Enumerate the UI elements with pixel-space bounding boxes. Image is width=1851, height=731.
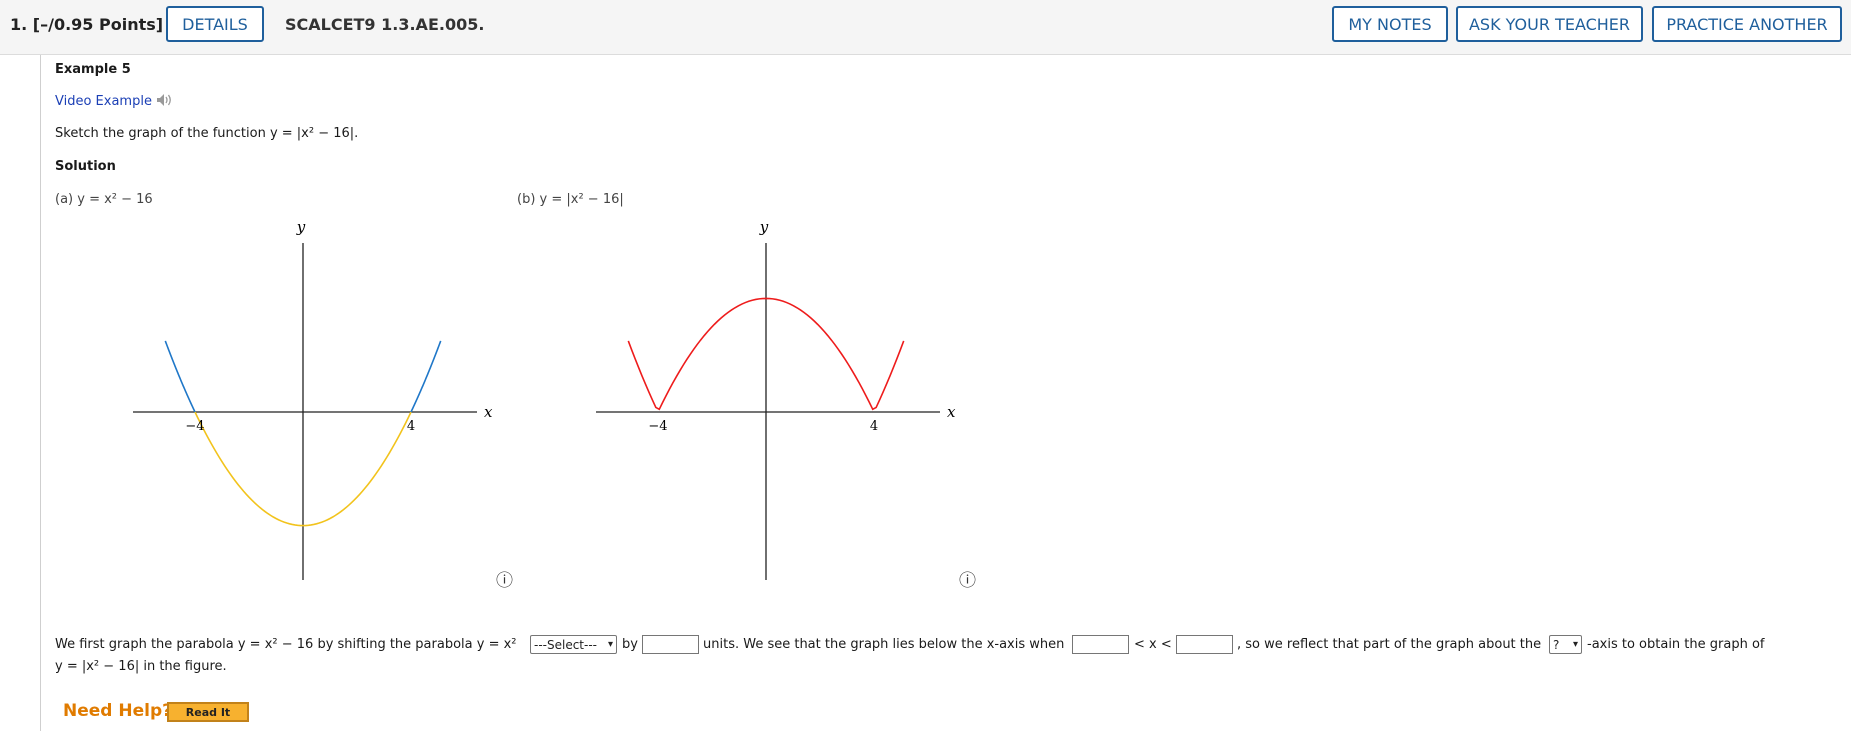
graph-b-tick-neg4: −4 <box>648 419 667 434</box>
graph-b-x-label: x <box>947 403 956 421</box>
graph-b-tick-4: 4 <box>870 419 878 434</box>
need-help-label: Need Help? <box>63 701 172 721</box>
sentence-part3: , so we reflect that part of the graph a… <box>1237 637 1542 652</box>
graph-a-x-label: x <box>484 403 493 421</box>
speaker-icon[interactable] <box>156 93 174 107</box>
shift-select-value: ---Select--- <box>534 637 597 652</box>
problem-code: SCALCET9 1.3.AE.005. <box>285 15 485 34</box>
my-notes-button[interactable]: MY NOTES <box>1332 6 1448 42</box>
sentence-part1: We first graph the parabola y = x² − 16 … <box>55 637 517 652</box>
graph-b: y x −4 4 <box>596 218 956 580</box>
graph-a-y-label: y <box>296 218 306 236</box>
read-it-button[interactable]: Read It <box>167 702 249 722</box>
left-border <box>40 55 41 731</box>
graph-b-caption: (b) y = |x² − 16| <box>517 192 624 207</box>
shift-direction-select[interactable]: ---Select--- ▾ <box>530 635 617 654</box>
details-button[interactable]: DETAILS <box>166 6 264 42</box>
ask-your-teacher-button[interactable]: ASK YOUR TEACHER <box>1456 6 1643 42</box>
video-example-link[interactable]: Video Example <box>55 93 174 109</box>
sentence-part2: units. We see that the graph lies below … <box>703 637 1065 652</box>
problem-prompt: Sketch the graph of the function y = |x²… <box>55 126 359 141</box>
graph-a-tick-4: 4 <box>407 419 415 434</box>
graph-a-right-curve <box>410 340 442 413</box>
sentence-part4: -axis to obtain the graph of <box>1587 637 1765 652</box>
graph-b-y-label: y <box>759 218 769 236</box>
question-number: 1. [–/0.95 Points] <box>10 15 164 34</box>
upper-bound-input[interactable] <box>1176 635 1233 654</box>
graph-a-info-icon[interactable]: ⓘ <box>496 566 513 591</box>
axis-select-value: ? <box>1553 637 1560 652</box>
graph-b-info-icon[interactable]: ⓘ <box>959 566 976 591</box>
solution-label: Solution <box>55 159 116 174</box>
practice-another-button[interactable]: PRACTICE ANOTHER <box>1652 6 1842 42</box>
reflect-axis-select[interactable]: ? ▾ <box>1549 635 1582 654</box>
chevron-down-icon: ▾ <box>1572 639 1578 650</box>
sentence-line2: y = |x² − 16| in the figure. <box>55 659 227 674</box>
example-title: Example 5 <box>55 62 131 77</box>
video-example-label[interactable]: Video Example <box>55 94 152 109</box>
sentence-by: by <box>622 637 638 652</box>
sentence-lt: < x < <box>1134 637 1172 652</box>
question-header: 1. [–/0.95 Points] DETAILS SCALCET9 1.3.… <box>0 0 1851 55</box>
lower-bound-input[interactable] <box>1072 635 1129 654</box>
graph-a-tick-neg4: −4 <box>185 419 204 434</box>
graph-a-caption: (a) y = x² − 16 <box>55 192 153 207</box>
graph-a: y x −4 4 <box>133 218 493 580</box>
shift-units-input[interactable] <box>642 635 699 654</box>
chevron-down-icon: ▾ <box>607 639 613 650</box>
graph-a-left-curve <box>164 340 196 413</box>
